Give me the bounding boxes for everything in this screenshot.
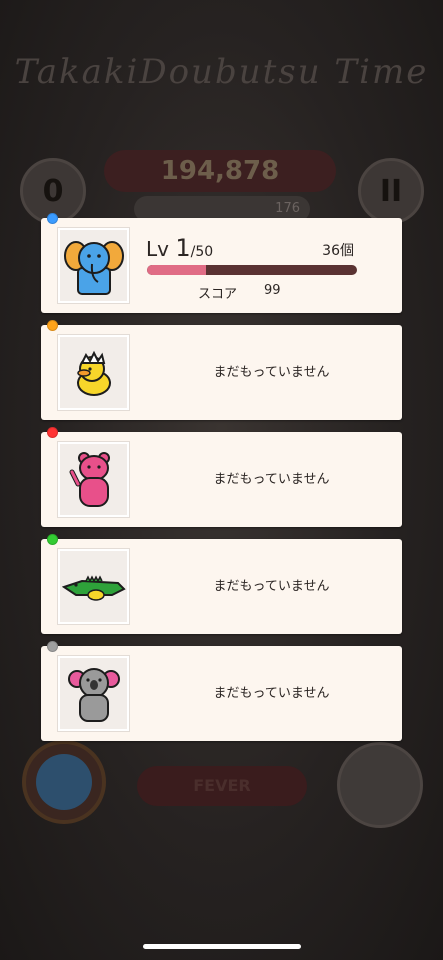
score-label: スコア xyxy=(198,287,238,302)
chick-icon xyxy=(76,350,111,396)
character-thumbnail xyxy=(58,228,129,303)
not-owned-text: まだもっていません xyxy=(213,365,330,380)
koala-icon xyxy=(67,667,120,722)
level-display: Lv 1/50 xyxy=(146,234,214,262)
character-card-elephant[interactable]: Lv 1/50 36個 スコア 99 xyxy=(41,213,402,313)
character-thumbnail xyxy=(58,549,129,624)
bear-icon xyxy=(69,451,110,507)
skill-button xyxy=(337,742,423,828)
level-progress-fill xyxy=(147,265,206,275)
owned-count: 36個 xyxy=(322,243,354,259)
elephant-icon xyxy=(63,240,124,295)
character-card-koala[interactable]: まだもっていません xyxy=(41,641,402,741)
not-owned-text: まだもっていません xyxy=(213,472,330,487)
character-thumbnail xyxy=(58,442,129,517)
not-owned-text: まだもっていません xyxy=(213,686,330,701)
score-value: 99 xyxy=(264,283,281,298)
pause-button: II xyxy=(358,158,424,224)
character-card-bear[interactable]: まだもっていません xyxy=(41,427,402,527)
character-thumbnail xyxy=(58,335,129,410)
pin-icon xyxy=(47,427,58,438)
game-score: 194,878 xyxy=(104,150,336,192)
character-card-crocodile[interactable]: まだもっていません xyxy=(41,534,402,634)
crocodile-icon xyxy=(61,574,126,601)
character-thumbnail xyxy=(58,656,129,731)
pin-icon xyxy=(47,641,58,652)
fever-gauge: FEVER xyxy=(137,766,307,806)
not-owned-text: まだもっていません xyxy=(213,579,330,594)
home-indicator[interactable] xyxy=(143,944,301,949)
character-portrait-button xyxy=(22,740,106,824)
pin-icon xyxy=(47,534,58,545)
game-logo: TakakiDoubutsu Time xyxy=(14,52,429,92)
character-card-chick[interactable]: まだもっていません xyxy=(41,320,402,420)
level-progress-bar xyxy=(147,265,357,275)
pin-icon xyxy=(47,320,58,331)
pin-icon xyxy=(47,213,58,224)
